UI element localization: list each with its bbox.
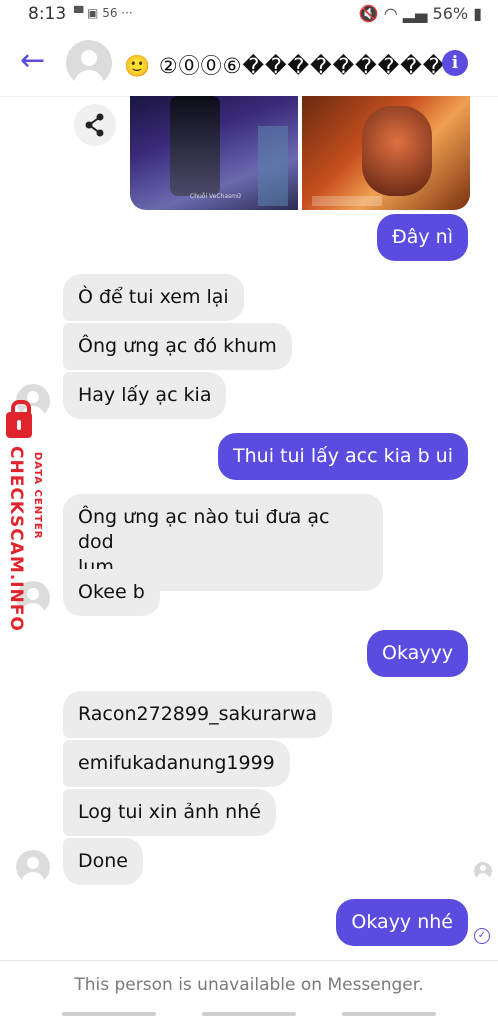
message-bubble-incoming[interactable]: Racon272899_sakurarwa [63,691,333,738]
message-bubble-incoming[interactable]: Done [63,838,143,885]
watermark: CHECKSCAM.INFO DATA CENTER [2,400,58,644]
status-right: 🔇 ◠ ▂▄ 56% ▮ [359,4,482,23]
shared-image-1[interactable]: Chuỗi VeChasmữ [130,96,298,210]
conversation-header: ← 🙂 ②⓪⓪⑥��������� i [0,30,498,97]
message-bubble-outgoing[interactable]: Đây nì [377,214,468,261]
contact-name[interactable]: 🙂 ②⓪⓪⑥��������� [124,50,445,80]
signal-icon: ▂▄ [402,4,428,23]
nav-bar-segment [342,1012,436,1016]
message-bubble-incoming[interactable]: emifukadanung1999 [63,740,290,787]
share-icon [85,113,104,137]
message-bubble-outgoing[interactable]: Thui tui lấy acc kia b ui [218,433,468,480]
nav-bar-segment [62,1012,156,1016]
nav-bar-segment [202,1012,296,1016]
wifi-icon: ◠ [383,4,398,23]
arrow-left-icon[interactable]: ← [20,46,45,76]
message-bubble-incoming[interactable]: Ò để tui xem lại [63,274,244,321]
image-caption: Chuỗi VeChasmữ [190,193,241,200]
read-receipt-avatar [474,862,492,880]
watermark-sub: DATA CENTER [32,452,43,540]
message-bubble-outgoing[interactable]: Okayy nhé [336,899,468,946]
status-bar: 8:13 ▀ ▣ 56 ··· 🔇 ◠ ▂▄ 56% ▮ [0,0,498,28]
unavailable-notice: This person is unavailable on Messenger. [74,975,424,995]
watermark-brand: CHECKSCAM.INFO [6,446,26,632]
shared-image-2[interactable] [302,96,470,210]
sender-avatar[interactable] [16,850,50,884]
share-button[interactable] [74,104,116,146]
info-icon[interactable]: i [442,50,468,76]
message-bubble-incoming[interactable]: Ông ưng ạc đó khum [63,323,292,370]
message-line: Ông ưng ạc nào tui đưa ạc dod [78,506,330,553]
message-bubble-incoming[interactable]: Log tui xin ảnh nhé [63,789,276,836]
lock-icon [6,400,32,438]
battery-percent: 56% [432,4,469,23]
message-bubble-incoming[interactable]: Hay lấy ạc kia [63,372,227,419]
notification-icons: ▀ ▣ 56 ··· [74,6,133,20]
mute-icon: 🔇 [358,4,379,23]
battery-icon: ▮ [473,4,482,23]
status-time: 8:13 [28,4,67,24]
message-bubble-outgoing[interactable]: Okayyy [367,630,468,677]
delivered-check-icon: ✓ [474,928,490,944]
message-bubble-incoming[interactable]: Okee b [63,569,160,616]
contact-avatar[interactable] [66,40,112,86]
